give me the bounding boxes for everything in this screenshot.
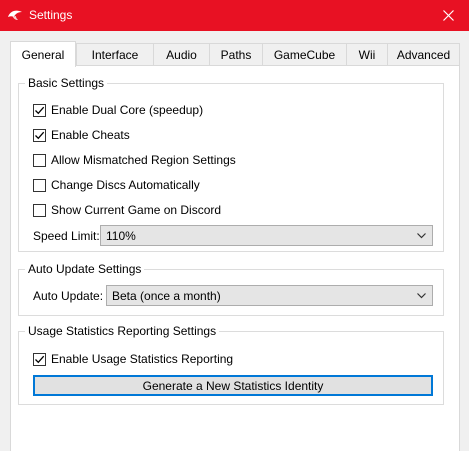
- speed-limit-value: 110%: [106, 228, 136, 243]
- tab-audio[interactable]: Audio: [153, 43, 210, 66]
- mismatched-region-checkbox[interactable]: [33, 153, 46, 167]
- auto-update-label: Auto Update:: [33, 289, 104, 303]
- close-button[interactable]: [427, 0, 469, 31]
- tab-label: Advanced: [396, 48, 451, 62]
- chevron-down-icon: [417, 233, 426, 239]
- tab-label: General: [21, 47, 65, 62]
- generate-statistics-identity-button[interactable]: Generate a New Statistics Identity: [33, 375, 433, 396]
- tab-interface[interactable]: Interface: [76, 43, 154, 66]
- window-title: Settings: [29, 8, 73, 22]
- change-discs-checkbox[interactable]: [33, 178, 46, 192]
- checkbox-label: Enable Dual Core (speedup): [51, 103, 204, 117]
- tab-advanced[interactable]: Advanced: [387, 43, 460, 66]
- dual-core-checkbox[interactable]: [33, 103, 46, 117]
- tab-general[interactable]: General: [10, 41, 76, 67]
- cheats-checkbox[interactable]: [33, 128, 46, 142]
- speed-limit-label: Speed Limit:: [33, 229, 100, 243]
- change-discs-checkbox-row[interactable]: Change Discs Automatically: [33, 177, 200, 193]
- checkbox-label: Change Discs Automatically: [51, 178, 200, 192]
- tab-label: Audio: [166, 48, 197, 62]
- auto-update-dropdown[interactable]: Beta (once a month): [106, 285, 433, 306]
- mismatched-region-checkbox-row[interactable]: Allow Mismatched Region Settings: [33, 152, 236, 168]
- tab-bar: General Interface Audio Paths GameCube W…: [10, 41, 460, 67]
- auto-update-group: Auto Update Settings Auto Update: Beta (…: [18, 261, 444, 316]
- chevron-down-icon: [417, 293, 426, 299]
- button-label: Generate a New Statistics Identity: [142, 378, 324, 393]
- usage-stats-checkbox[interactable]: [33, 352, 46, 366]
- checkmark-icon: [35, 355, 45, 363]
- dolphin-icon: [7, 8, 23, 22]
- basic-settings-group: Basic Settings Enable Dual Core (speedup…: [18, 75, 444, 252]
- tab-paths[interactable]: Paths: [209, 43, 263, 66]
- settings-window: Settings General Interface Audio Paths G…: [0, 0, 469, 451]
- checkbox-label: Show Current Game on Discord: [51, 203, 222, 217]
- speed-limit-dropdown[interactable]: 110%: [100, 225, 433, 246]
- group-title: Usage Statistics Reporting Settings: [25, 323, 220, 339]
- dual-core-checkbox-row[interactable]: Enable Dual Core (speedup): [33, 102, 203, 118]
- checkbox-label: Enable Cheats: [51, 128, 130, 142]
- auto-update-value: Beta (once a month): [112, 288, 221, 303]
- general-tab-panel: Basic Settings Enable Dual Core (speedup…: [10, 65, 460, 451]
- close-icon: [442, 10, 454, 21]
- checkbox-label: Allow Mismatched Region Settings: [51, 153, 236, 167]
- usage-stats-checkbox-row[interactable]: Enable Usage Statistics Reporting: [33, 351, 233, 367]
- checkmark-icon: [35, 106, 45, 114]
- group-title: Auto Update Settings: [25, 261, 145, 277]
- tab-label: Wii: [358, 48, 376, 62]
- group-title: Basic Settings: [25, 75, 108, 91]
- discord-checkbox[interactable]: [33, 203, 46, 217]
- tab-label: Paths: [220, 48, 252, 62]
- tab-label: Interface: [91, 48, 139, 62]
- usage-stats-group: Usage Statistics Reporting Settings Enab…: [18, 323, 444, 405]
- discord-checkbox-row[interactable]: Show Current Game on Discord: [33, 202, 221, 218]
- checkbox-label: Enable Usage Statistics Reporting: [51, 352, 234, 366]
- checkmark-icon: [35, 131, 45, 139]
- tab-gamecube[interactable]: GameCube: [262, 43, 347, 66]
- tab-label: GameCube: [273, 48, 336, 62]
- title-bar[interactable]: Settings: [0, 0, 469, 31]
- cheats-checkbox-row[interactable]: Enable Cheats: [33, 127, 130, 143]
- tab-wii[interactable]: Wii: [346, 43, 388, 66]
